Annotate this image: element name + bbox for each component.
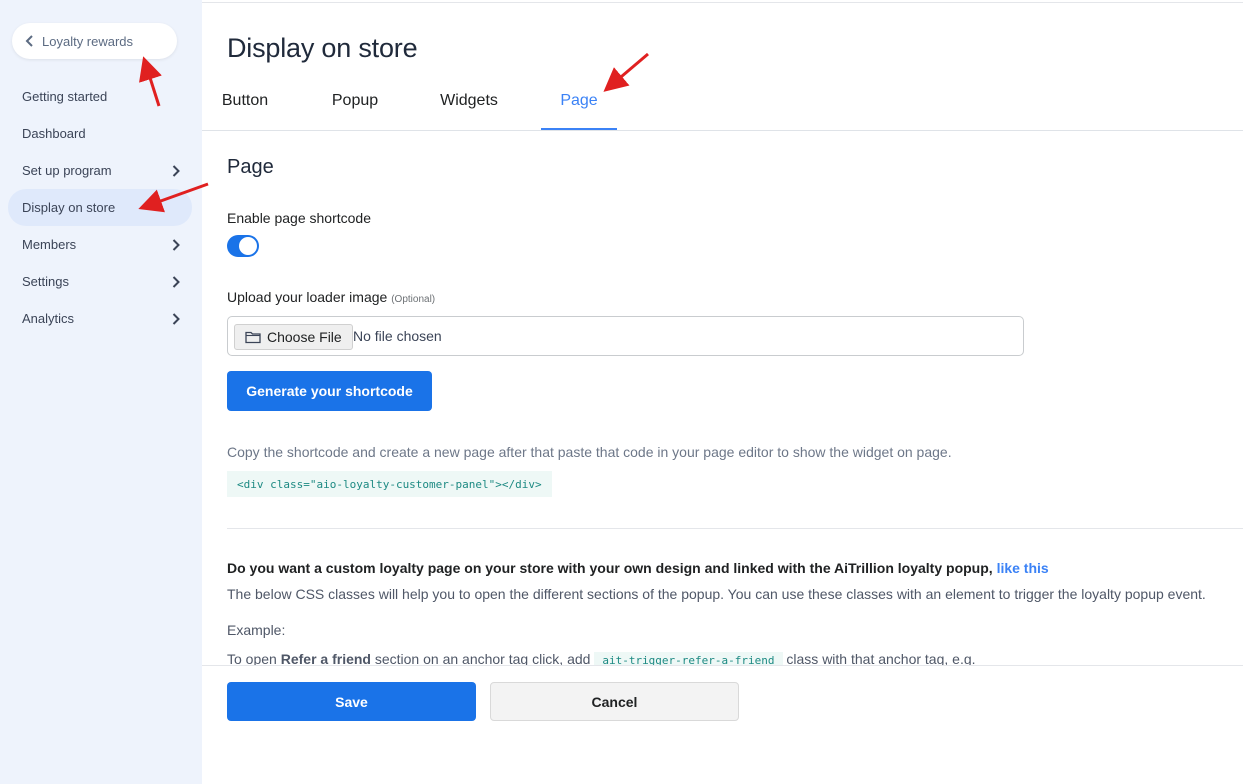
back-to-loyalty-rewards-button[interactable]: Loyalty rewards	[12, 23, 177, 59]
like-this-link[interactable]: like this	[997, 560, 1049, 576]
back-label: Loyalty rewards	[42, 33, 134, 49]
custom-question-text: Do you want a custom loyalty page on you…	[227, 560, 993, 576]
example-class-code[interactable]: ait-trigger-refer-a-friend	[594, 652, 783, 665]
sidebar-item-label: Members	[22, 237, 77, 252]
tab-button[interactable]: Button	[222, 82, 268, 130]
tab-popup[interactable]: Popup	[332, 82, 378, 130]
sidebar-item-analytics[interactable]: Analytics	[8, 300, 192, 337]
choose-file-button[interactable]: Choose File	[234, 324, 353, 350]
generate-shortcode-button[interactable]: Generate your shortcode	[227, 371, 432, 411]
chevron-right-icon	[170, 312, 182, 325]
example-middle: section on an anchor tag click, add	[374, 651, 591, 665]
example-prefix: To open	[227, 651, 277, 665]
sidebar-item-settings[interactable]: Settings	[8, 263, 192, 300]
sidebar-item-display-on-store[interactable]: Display on store	[8, 189, 192, 226]
example-suffix: class with that anchor tag, e.g.	[786, 651, 976, 665]
sidebar-item-label: Getting started	[22, 89, 108, 104]
example-bold: Refer a friend	[280, 651, 371, 665]
top-divider	[202, 2, 1243, 3]
section-title: Page	[227, 156, 274, 178]
sidebar: Loyalty rewards Getting started Dashboar…	[0, 0, 202, 784]
chevron-left-icon	[22, 33, 38, 49]
example-label: Example:	[227, 622, 286, 638]
shortcode-snippet[interactable]: <div class="aio-loyalty-customer-panel">…	[227, 471, 552, 497]
cancel-button[interactable]: Cancel	[490, 682, 739, 721]
sidebar-item-label: Analytics	[22, 311, 75, 326]
save-button[interactable]: Save	[227, 682, 476, 721]
page-title: Display on store	[227, 33, 418, 63]
no-file-text: No file chosen	[353, 328, 442, 344]
sidebar-item-label: Display on store	[22, 200, 116, 215]
loader-image-file-input[interactable]: Choose File No file chosen	[227, 316, 1024, 356]
choose-file-label: Choose File	[267, 329, 342, 345]
sidebar-item-set-up-program[interactable]: Set up program	[8, 152, 192, 189]
sidebar-item-dashboard[interactable]: Dashboard	[8, 115, 192, 152]
sidebar-item-members[interactable]: Members	[8, 226, 192, 263]
chevron-right-icon	[170, 164, 182, 177]
example-line: To open Refer a friend section on an anc…	[227, 651, 1243, 665]
enable-shortcode-toggle[interactable]	[227, 235, 259, 257]
custom-page-question: Do you want a custom loyalty page on you…	[227, 560, 1049, 576]
optional-tag: (Optional)	[391, 294, 436, 305]
sidebar-item-getting-started[interactable]: Getting started	[8, 78, 192, 115]
toggle-knob	[239, 237, 257, 255]
sidebar-item-label: Dashboard	[22, 126, 86, 141]
enable-shortcode-label: Enable page shortcode	[227, 210, 371, 226]
loader-image-label: Upload your loader image (Optional)	[227, 289, 435, 305]
sidebar-item-label: Settings	[22, 274, 69, 289]
shortcode-help-text: Copy the shortcode and create a new page…	[227, 444, 952, 460]
tab-widgets[interactable]: Widgets	[440, 82, 498, 130]
css-classes-description: The below CSS classes will help you to o…	[227, 586, 1206, 602]
loader-label-text: Upload your loader image	[227, 289, 388, 305]
tab-bar: Button Popup Widgets Page	[202, 82, 1243, 131]
folder-icon	[245, 330, 261, 344]
section-divider	[227, 528, 1243, 529]
sidebar-item-label: Set up program	[22, 163, 112, 178]
tab-page[interactable]: Page	[541, 82, 617, 130]
chevron-right-icon	[170, 275, 182, 288]
footer-bar: Save Cancel	[202, 665, 1243, 784]
sidebar-nav: Getting started Dashboard Set up program…	[8, 78, 192, 337]
chevron-right-icon	[170, 238, 182, 251]
